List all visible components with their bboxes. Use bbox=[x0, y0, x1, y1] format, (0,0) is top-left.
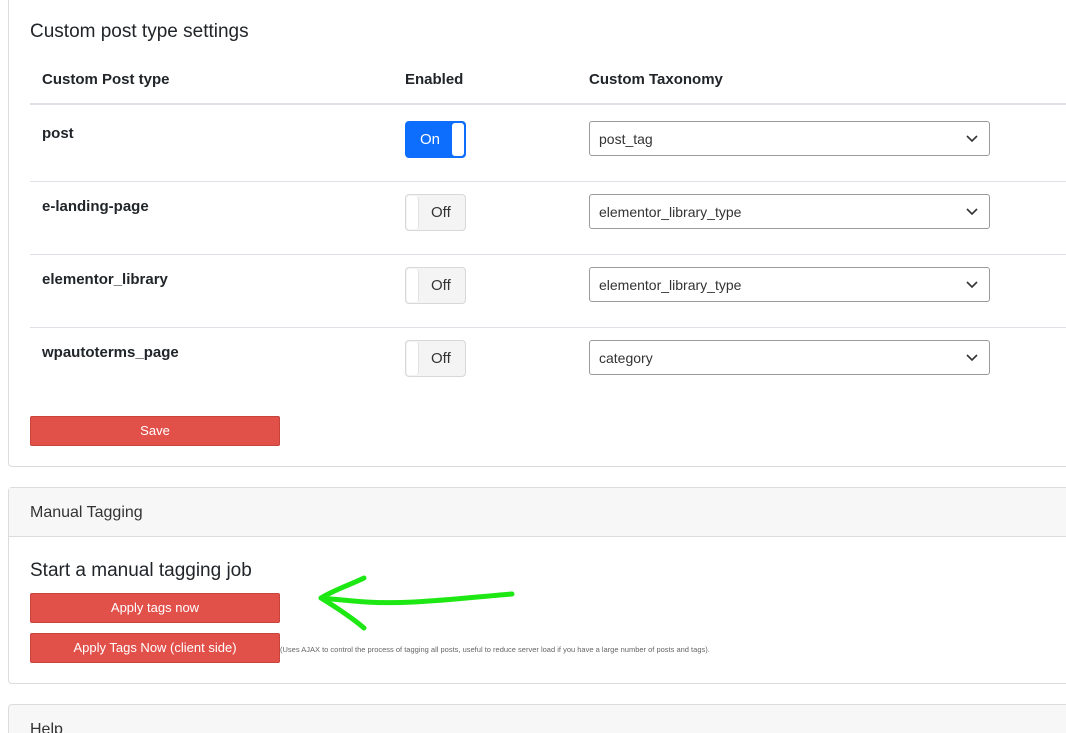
select-value: elementor_library_type bbox=[599, 277, 742, 293]
toggle-knob bbox=[452, 123, 464, 156]
taxonomy-select-e-landing-page[interactable]: elementor_library_type bbox=[589, 194, 990, 229]
toggle-label: Off bbox=[431, 204, 451, 221]
taxonomy-select-wpautoterms-page[interactable]: category bbox=[589, 340, 990, 375]
taxonomy-select-post[interactable]: post_tag bbox=[589, 121, 990, 156]
enabled-toggle-e-landing-page[interactable]: Off bbox=[405, 194, 466, 231]
apply-tags-client-side-button[interactable]: Apply Tags Now (client side) bbox=[30, 633, 280, 663]
toggle-label: Off bbox=[431, 277, 451, 294]
toggle-label: On bbox=[420, 131, 441, 148]
select-value: elementor_library_type bbox=[599, 204, 742, 220]
toggle-knob bbox=[407, 196, 419, 229]
row-divider bbox=[30, 327, 1066, 328]
manual-tagging-header: Manual Tagging bbox=[9, 488, 1066, 537]
manual-tagging-card: Manual Tagging Start a manual tagging jo… bbox=[8, 487, 1066, 684]
arrow-left-icon bbox=[318, 575, 515, 631]
chevron-down-icon bbox=[966, 135, 978, 143]
chevron-down-icon bbox=[966, 208, 978, 216]
client-side-hint: (Uses AJAX to control the process of tag… bbox=[280, 645, 710, 654]
apply-tags-now-button[interactable]: Apply tags now bbox=[30, 593, 280, 623]
column-header-taxonomy: Custom Taxonomy bbox=[589, 71, 723, 88]
manual-tagging-title: Start a manual tagging job bbox=[30, 560, 252, 581]
table-header-divider bbox=[30, 103, 1066, 105]
table-row-post-type: wpautoterms_page bbox=[42, 344, 179, 361]
enabled-toggle-elementor-library[interactable]: Off bbox=[405, 267, 466, 304]
help-header-title: Help bbox=[30, 721, 63, 733]
enabled-toggle-wpautoterms-page[interactable]: Off bbox=[405, 340, 466, 377]
row-divider bbox=[30, 254, 1066, 255]
chevron-down-icon bbox=[966, 354, 978, 362]
row-divider bbox=[30, 181, 1066, 182]
toggle-label: Off bbox=[431, 350, 451, 367]
toggle-knob bbox=[407, 342, 419, 375]
chevron-down-icon bbox=[966, 281, 978, 289]
table-row-post-type: post bbox=[42, 125, 74, 142]
column-header-post-type: Custom Post type bbox=[42, 71, 170, 88]
custom-post-type-settings-card: Custom post type settings Custom Post ty… bbox=[8, 0, 1066, 467]
enabled-toggle-post[interactable]: On bbox=[405, 121, 466, 158]
taxonomy-select-elementor-library[interactable]: elementor_library_type bbox=[589, 267, 990, 302]
help-card: Help bbox=[8, 704, 1066, 733]
toggle-knob bbox=[407, 269, 419, 302]
manual-tagging-header-title: Manual Tagging bbox=[30, 504, 143, 521]
select-value: category bbox=[599, 350, 653, 366]
select-value: post_tag bbox=[599, 131, 653, 147]
column-header-enabled: Enabled bbox=[405, 71, 464, 88]
table-row-post-type: elementor_library bbox=[42, 271, 168, 288]
section-title: Custom post type settings bbox=[30, 21, 249, 42]
table-row-post-type: e-landing-page bbox=[42, 198, 149, 215]
save-button[interactable]: Save bbox=[30, 416, 280, 446]
